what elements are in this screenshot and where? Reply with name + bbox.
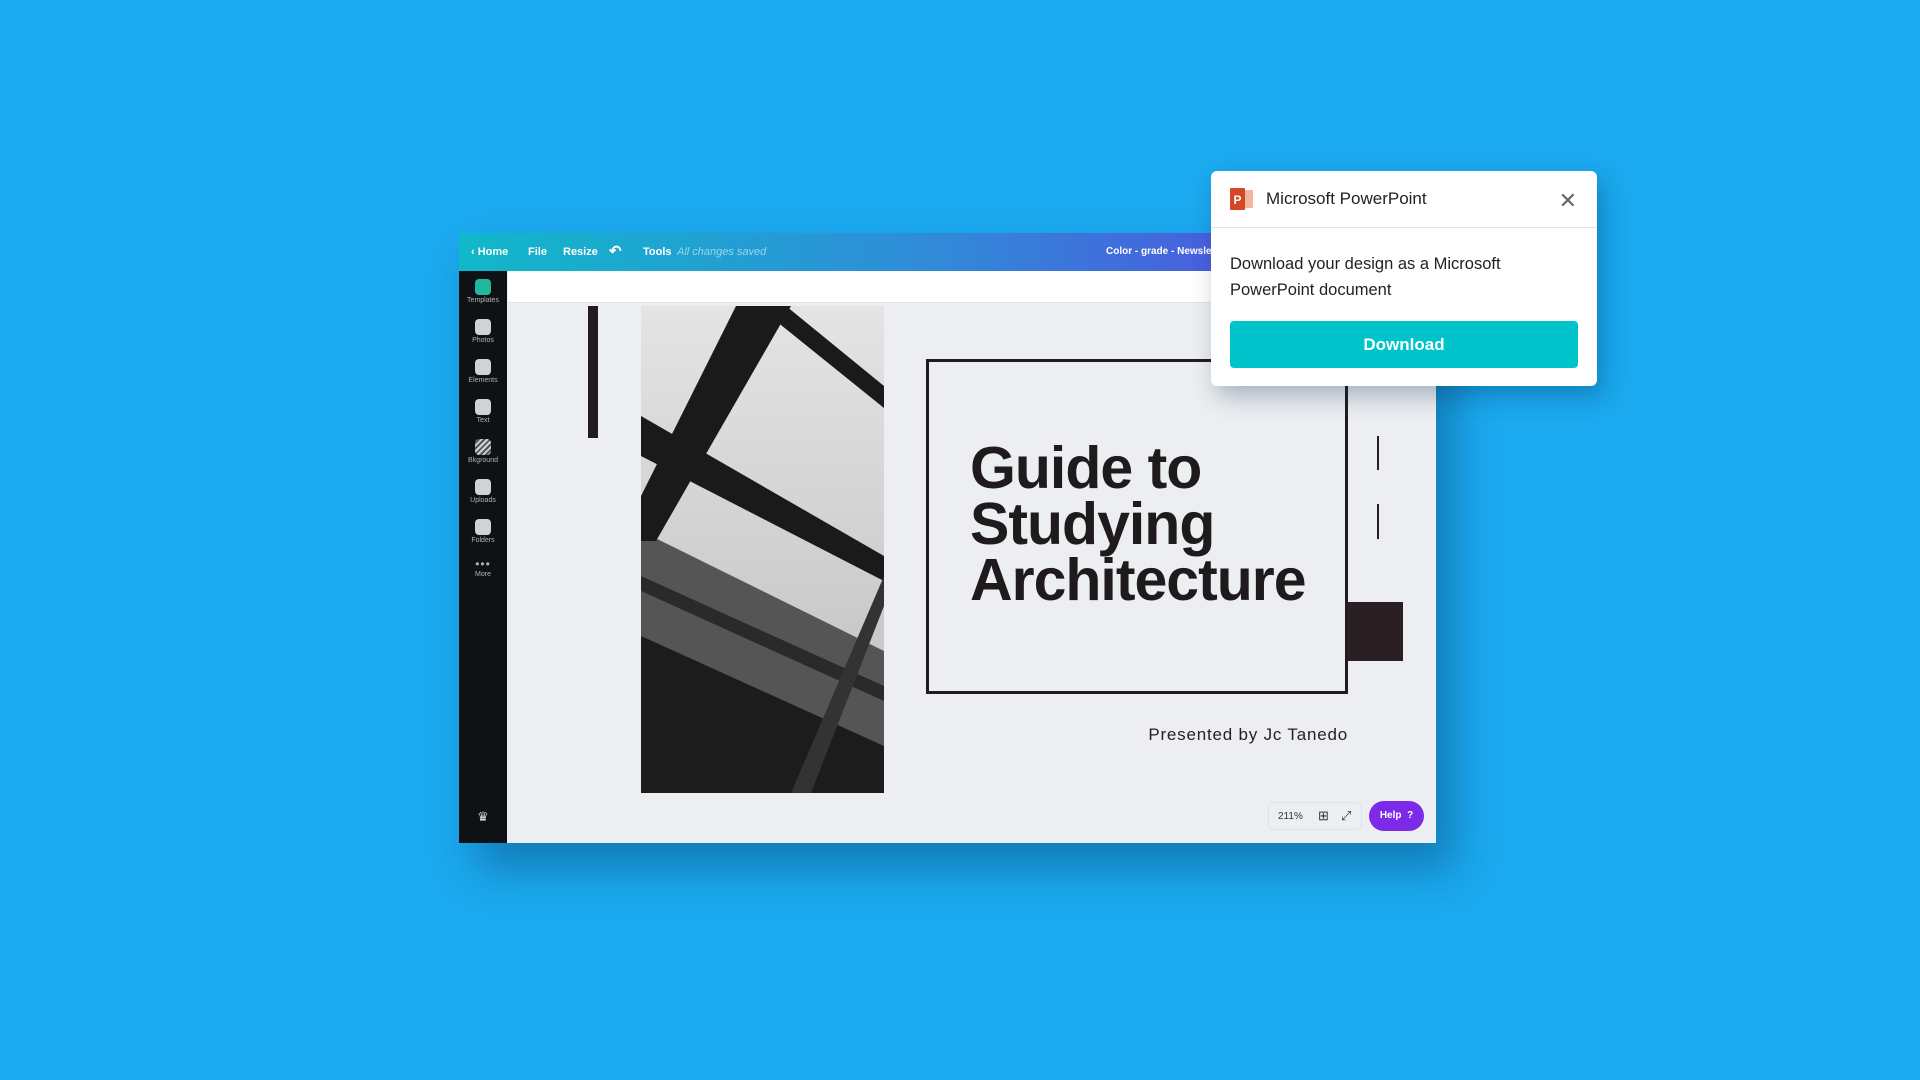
- more-icon: •••: [475, 557, 491, 571]
- decorative-bar: [588, 306, 598, 438]
- zoom-level[interactable]: 211%: [1278, 811, 1303, 822]
- folder-icon: [475, 519, 491, 535]
- sidebar-item-photos[interactable]: Photos: [459, 319, 507, 344]
- file-menu[interactable]: File: [528, 246, 547, 258]
- background-icon: [475, 439, 491, 455]
- sidebar-item-elements[interactable]: Elements: [459, 359, 507, 384]
- decorative-line: [1377, 436, 1379, 470]
- presenter-text[interactable]: Presented by Jc Tanedo: [1148, 725, 1348, 745]
- resize-button[interactable]: Resize: [563, 246, 598, 258]
- grid-view-icon[interactable]: ⊞: [1318, 808, 1329, 824]
- sidebar: Templates Photos Elements Text Bkground …: [459, 271, 507, 843]
- crown-icon[interactable]: ♛: [459, 809, 507, 825]
- dialog-description: Download your design as a Microsoft Powe…: [1230, 255, 1501, 299]
- upload-icon: [475, 479, 491, 495]
- design-title[interactable]: Guide to Studying Architecture: [970, 439, 1307, 610]
- fullscreen-icon[interactable]: ⤢: [1341, 808, 1351, 824]
- sidebar-item-text[interactable]: Text: [459, 399, 507, 424]
- decorative-line: [1377, 504, 1379, 539]
- tools-menu[interactable]: Tools: [643, 246, 672, 258]
- download-button[interactable]: Download: [1230, 321, 1578, 368]
- sidebar-item-uploads[interactable]: Uploads: [459, 479, 507, 504]
- sidebar-item-more[interactable]: ••• More: [459, 557, 507, 578]
- templates-icon: [475, 279, 491, 295]
- sidebar-item-templates[interactable]: Templates: [459, 279, 507, 304]
- powerpoint-icon: P: [1230, 188, 1253, 210]
- home-button[interactable]: ‹ Home: [471, 246, 508, 258]
- help-button[interactable]: Help ?: [1369, 801, 1424, 831]
- powerpoint-dialog: P Microsoft PowerPoint ✕ Download your d…: [1211, 171, 1597, 386]
- help-icon: ?: [1407, 810, 1414, 821]
- photos-icon: [475, 319, 491, 335]
- elements-icon: [475, 359, 491, 375]
- undo-icon[interactable]: ↶: [609, 242, 622, 260]
- architecture-photo[interactable]: [641, 306, 884, 793]
- dialog-title: Microsoft PowerPoint: [1266, 189, 1427, 208]
- save-status: All changes saved: [677, 246, 767, 258]
- dialog-header: P Microsoft PowerPoint ✕: [1211, 171, 1597, 228]
- close-icon[interactable]: ✕: [1559, 188, 1577, 214]
- document-title[interactable]: Color - grade - Newslet: [1106, 246, 1215, 257]
- text-icon: [475, 399, 491, 415]
- zoom-controls: 211% ⊞ ⤢: [1268, 802, 1362, 830]
- decorative-block: [1347, 602, 1403, 661]
- sidebar-item-folders[interactable]: Folders: [459, 519, 507, 544]
- sidebar-item-background[interactable]: Bkground: [459, 439, 507, 464]
- svg-text:P: P: [1234, 193, 1242, 207]
